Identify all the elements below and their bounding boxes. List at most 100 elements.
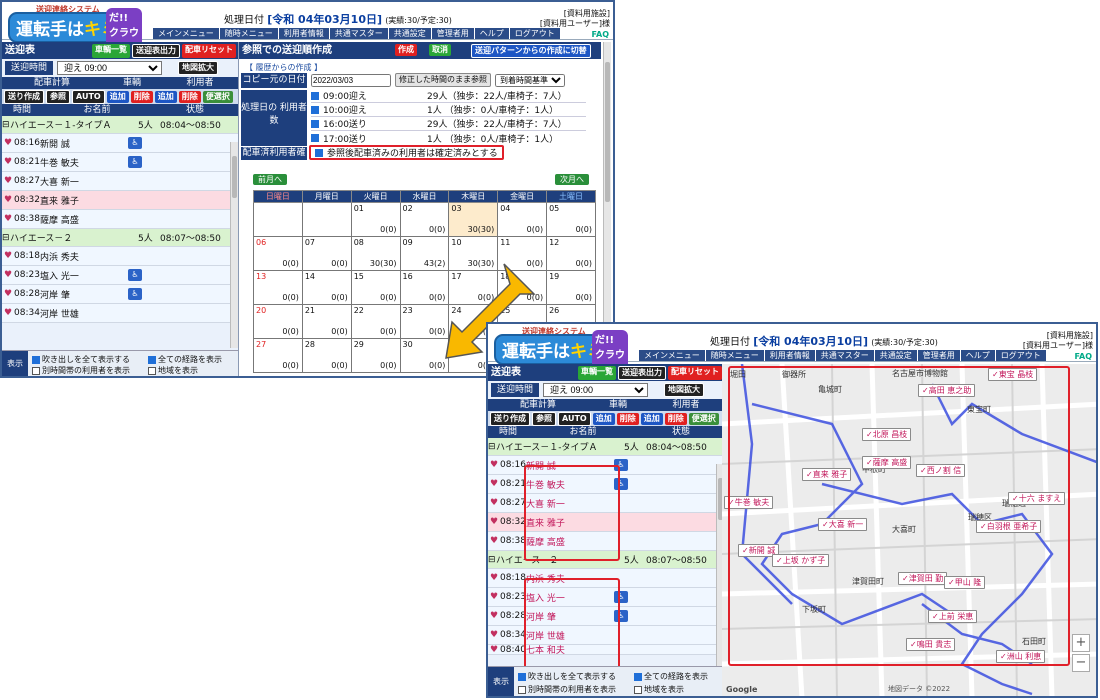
opt-show-balloons[interactable]: 吹き出しを全て表示する — [518, 671, 616, 682]
cancel-button[interactable]: 取消 — [429, 44, 451, 56]
base-select[interactable]: 到着時間基準 — [495, 73, 565, 87]
calendar-day[interactable]: 29 0(0) — [350, 338, 401, 373]
opt-other-time[interactable]: 別時間帯の利用者を表示 — [518, 684, 616, 695]
reference-button[interactable]: 参照 — [46, 89, 70, 104]
switch-pattern-button[interactable]: 送迎パターンからの作成に切替 — [471, 44, 591, 58]
send-create-button[interactable]: 送り作成 — [490, 411, 530, 426]
calendar-day[interactable]: 06 0(0) — [253, 236, 303, 271]
calendar-day[interactable]: 21 0(0) — [301, 304, 352, 339]
calendar-day[interactable]: 28 0(0) — [301, 338, 352, 373]
calendar-day[interactable]: 27 0(0) — [253, 338, 303, 373]
vehicle-delete-button[interactable]: 削除 — [616, 412, 639, 425]
passenger-row[interactable]: ♥ 08:21 牛巻 敏夫 ♿ — [2, 153, 238, 172]
map-expand-button[interactable]: 地図拡大 — [178, 61, 219, 75]
calendar-day[interactable]: 08 30(30) — [350, 236, 401, 271]
history-tab[interactable]: 【 履歴からの作成 】 — [239, 59, 601, 72]
count-row[interactable]: 10:00迎え 1人 （独歩：0人/車椅子：1人） — [311, 103, 586, 117]
zoom-out-icon[interactable]: − — [1072, 654, 1090, 672]
menu-help[interactable]: ヘルプ — [959, 350, 995, 361]
user-add-button[interactable]: 追加 — [154, 90, 177, 103]
time-select[interactable]: 迎え 09:00 — [543, 383, 649, 397]
calendar-day[interactable]: 22 0(0) — [350, 304, 401, 339]
menu-anytime[interactable]: 随時メニュー — [704, 350, 764, 361]
menu-logout[interactable]: ログアウト — [994, 350, 1046, 361]
opt-other-time[interactable]: 別時間帯の利用者を表示 — [32, 365, 130, 376]
count-row[interactable]: 16:00送り 29人（独歩：22人/車椅子：7人） — [311, 117, 586, 131]
reference-button[interactable]: 参照 — [532, 411, 556, 426]
menu-admin[interactable]: 管理者用 — [430, 28, 474, 39]
vehicle-add-button[interactable]: 追加 — [592, 412, 615, 425]
vehicle-group-row[interactable]: ⊟ ハイエース－１-タイプＡ 5人 08:04～08:50 — [2, 116, 238, 134]
keep-time-button[interactable]: 修正した時間のまま参照 — [395, 73, 491, 87]
next-month-button[interactable]: 次月へ — [555, 174, 589, 185]
count-row[interactable]: 17:00送り 1人 （独歩：0人/車椅子：1人） — [311, 131, 586, 145]
map-expand-button[interactable]: 地図拡大 — [664, 383, 705, 397]
reset-button[interactable]: 配車リセット — [182, 44, 236, 58]
vehicle-group-row[interactable]: ⊟ ハイエース－１-タイプＡ 5人 08:04～08:50 — [488, 438, 724, 456]
opt-area[interactable]: 地域を表示 — [148, 365, 198, 376]
vehicle-add-button[interactable]: 追加 — [106, 90, 129, 103]
menu-logout[interactable]: ログアウト — [508, 28, 560, 39]
calendar-day[interactable]: 14 0(0) — [301, 270, 352, 305]
count-row[interactable]: 09:00迎え 29人（独歩：22人/車椅子：7人） — [311, 89, 586, 103]
confirm-checkbox[interactable]: 参照後配車済みの利用者は確定済みとする — [309, 145, 504, 160]
menu-users[interactable]: 利用者情報 — [277, 28, 329, 39]
passenger-row[interactable]: ♥ 08:27 大喜 新一 — [2, 172, 238, 191]
passenger-row[interactable]: ♥ 08:18 内浜 秀夫 — [2, 247, 238, 266]
passenger-row[interactable]: ♥ 08:16 新開 誠 ♿ — [2, 134, 238, 153]
calendar-day[interactable]: 01 0(0) — [350, 202, 401, 237]
opt-show-routes[interactable]: 全ての経路を表示 — [148, 354, 222, 365]
menu-settings[interactable]: 共通設定 — [387, 28, 431, 39]
faq-link[interactable]: FAQ — [591, 30, 609, 39]
trip-select-button[interactable]: 便選択 — [688, 412, 719, 425]
menu-master[interactable]: 共通マスター — [328, 28, 388, 39]
create-button[interactable]: 作成 — [395, 44, 417, 56]
print-button[interactable]: 送迎表出力 — [132, 44, 180, 58]
menu-settings[interactable]: 共通設定 — [873, 350, 917, 361]
user-delete-button[interactable]: 削除 — [664, 412, 687, 425]
vehicle-list-button[interactable]: 車輌一覧 — [92, 44, 130, 58]
user-add-button[interactable]: 追加 — [640, 412, 663, 425]
vehicle-delete-button[interactable]: 削除 — [130, 90, 153, 103]
print-button[interactable]: 送迎表出力 — [618, 366, 666, 380]
passenger-row[interactable]: ♥ 08:38 薩摩 高盛 — [2, 210, 238, 229]
trip-select-button[interactable]: 便選択 — [202, 90, 233, 103]
menu-users[interactable]: 利用者情報 — [763, 350, 815, 361]
calendar-day[interactable]: 07 0(0) — [301, 236, 352, 271]
calendar-day[interactable]: 15 0(0) — [350, 270, 401, 305]
menu-main[interactable]: メインメニュー — [638, 350, 705, 361]
opt-show-balloons[interactable]: 吹き出しを全て表示する — [32, 354, 130, 365]
vehicle-list-button[interactable]: 車輌一覧 — [578, 366, 616, 380]
zoom-in-icon[interactable]: + — [1072, 634, 1090, 652]
copy-date-input[interactable] — [311, 73, 391, 87]
calendar-day[interactable]: 12 0(0) — [546, 236, 596, 271]
calendar-day[interactable]: 02 0(0) — [399, 202, 450, 237]
calendar-day[interactable]: 03 30(30) — [448, 202, 499, 237]
calendar-day[interactable]: 19 0(0) — [546, 270, 596, 305]
time-select[interactable]: 迎え 09:00 — [57, 61, 163, 75]
opt-area[interactable]: 地域を表示 — [634, 684, 684, 695]
route-map[interactable]: 堀田 御器所 名古屋市博物館 東宝町 亀城町 瑞穂区 石田町 下坂町 津賀田町 … — [722, 364, 1096, 696]
passenger-row[interactable]: ♥ 08:32 直来 雅子 — [2, 191, 238, 210]
prev-month-button[interactable]: 前月へ — [253, 174, 287, 185]
passenger-row[interactable]: ♥ 08:23 塩入 光一 ♿ — [2, 266, 238, 285]
faq-link[interactable]: FAQ — [1074, 352, 1092, 361]
opt-show-routes[interactable]: 全ての経路を表示 — [634, 671, 708, 682]
auto-button[interactable]: AUTO — [558, 411, 591, 426]
menu-help[interactable]: ヘルプ — [473, 28, 509, 39]
menu-admin[interactable]: 管理者用 — [916, 350, 960, 361]
reset-button[interactable]: 配車リセット — [668, 366, 722, 380]
calendar-day[interactable]: 13 0(0) — [253, 270, 303, 305]
calendar-day[interactable]: 20 0(0) — [253, 304, 303, 339]
user-delete-button[interactable]: 削除 — [178, 90, 201, 103]
passenger-row[interactable]: ♥ 08:34 河岸 世雄 — [2, 304, 238, 323]
vehicle-group-row[interactable]: ⊟ ハイエース－２ 5人 08:07～08:50 — [2, 229, 238, 247]
menu-master[interactable]: 共通マスター — [814, 350, 874, 361]
calendar-day[interactable]: 05 0(0) — [546, 202, 596, 237]
menu-main[interactable]: メインメニュー — [152, 28, 219, 39]
menu-anytime[interactable]: 随時メニュー — [218, 28, 278, 39]
passenger-row[interactable]: ♥ 08:28 河岸 肇 ♿ — [2, 285, 238, 304]
calendar-day[interactable]: 04 0(0) — [497, 202, 548, 237]
send-create-button[interactable]: 送り作成 — [4, 89, 44, 104]
auto-button[interactable]: AUTO — [72, 89, 105, 104]
